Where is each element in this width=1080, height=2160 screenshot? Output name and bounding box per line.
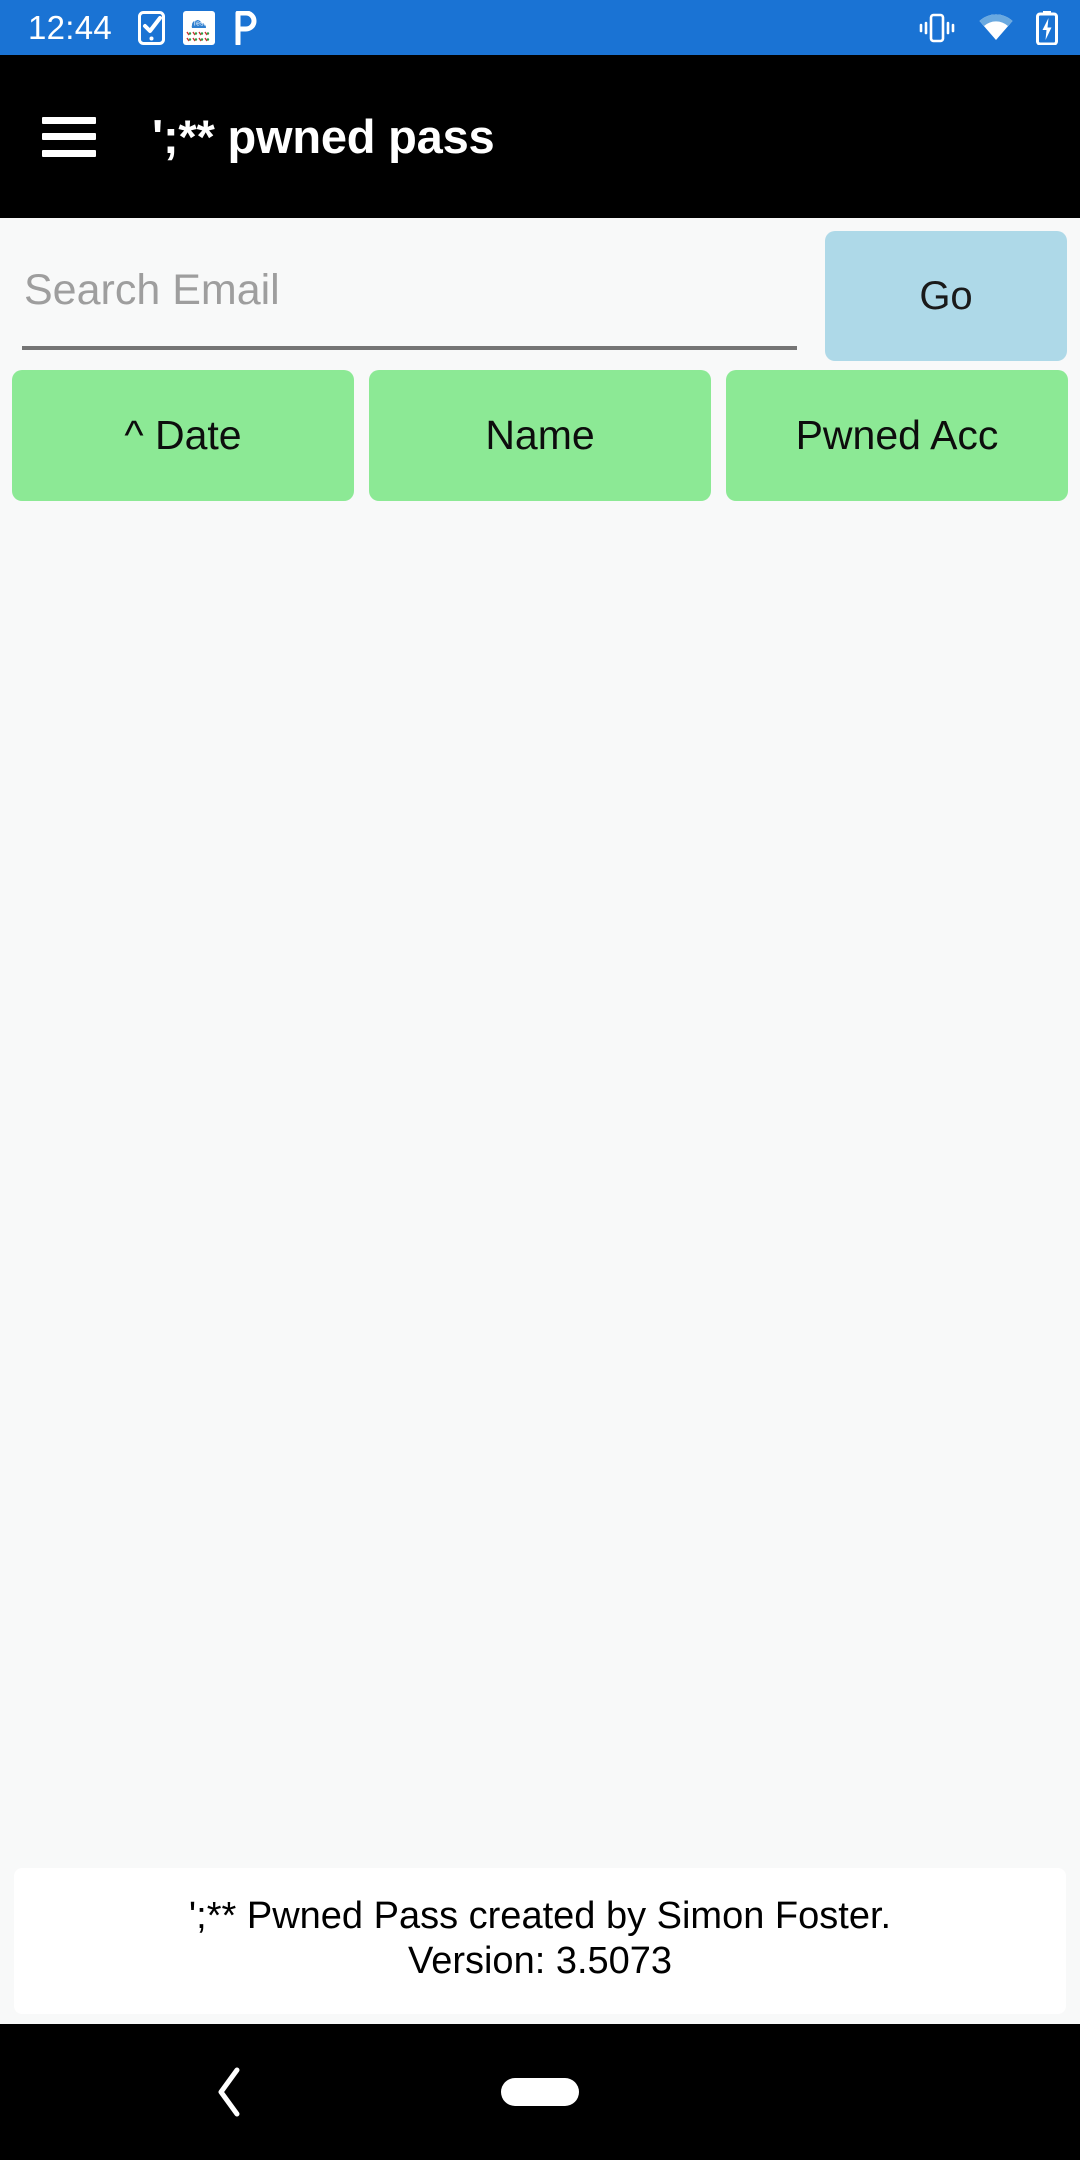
hamburger-line bbox=[42, 149, 96, 157]
footer-credit-line: ';** Pwned Pass created by Simon Foster. bbox=[188, 1895, 892, 1938]
system-navigation-bar bbox=[0, 2024, 1080, 2160]
results-list[interactable] bbox=[0, 501, 1080, 1869]
home-pill-indicator[interactable] bbox=[501, 2078, 579, 2106]
status-bar: 12:44 Test bbox=[0, 0, 1080, 55]
search-row: Go bbox=[0, 218, 1080, 370]
sort-name-button[interactable]: Name bbox=[369, 370, 711, 501]
vibrate-icon bbox=[919, 13, 955, 42]
wifi-icon bbox=[979, 13, 1013, 40]
hamburger-line bbox=[42, 133, 96, 140]
back-chevron-icon[interactable] bbox=[200, 2063, 258, 2121]
search-field-wrapper bbox=[22, 248, 797, 350]
hamburger-line bbox=[42, 116, 96, 124]
go-button[interactable]: Go bbox=[825, 231, 1067, 361]
sort-date-button[interactable]: ^ Date bbox=[12, 370, 354, 501]
status-bar-clock: 12:44 bbox=[28, 9, 113, 46]
cloud-test-icon: Test bbox=[183, 10, 216, 45]
status-bar-system-icons bbox=[918, 10, 1058, 45]
status-bar-notification-icons: Test bbox=[138, 10, 257, 45]
app-screen: 12:44 Test ';** pwned pass Search Email … bbox=[0, 0, 1080, 2160]
hamburger-menu-icon[interactable] bbox=[42, 116, 96, 157]
sort-pwned-acc-button[interactable]: Pwned Acc bbox=[726, 370, 1068, 501]
app-title: ';** pwned pass bbox=[152, 110, 495, 163]
sort-button-row: ^ Date Name Pwned Acc bbox=[0, 370, 1080, 501]
footer-version-line: Version: 3.5073 bbox=[407, 1940, 673, 1983]
app-bar: ';** pwned pass bbox=[0, 55, 1080, 218]
battery-charging-icon bbox=[1036, 10, 1058, 45]
search-input[interactable] bbox=[22, 265, 797, 329]
svg-text:Test: Test bbox=[193, 20, 206, 27]
phone-check-icon bbox=[138, 10, 166, 45]
pinterest-p-icon bbox=[235, 10, 257, 45]
footer-card: ';** Pwned Pass created by Simon Foster.… bbox=[14, 1868, 1066, 2014]
